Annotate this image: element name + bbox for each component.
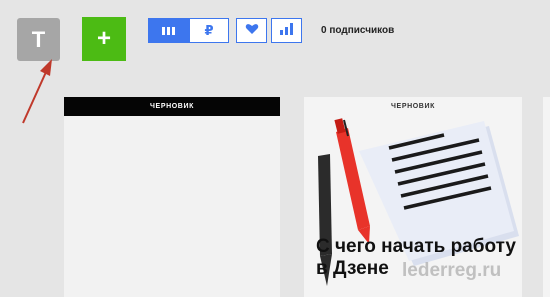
arrow-annotation [22, 59, 52, 124]
